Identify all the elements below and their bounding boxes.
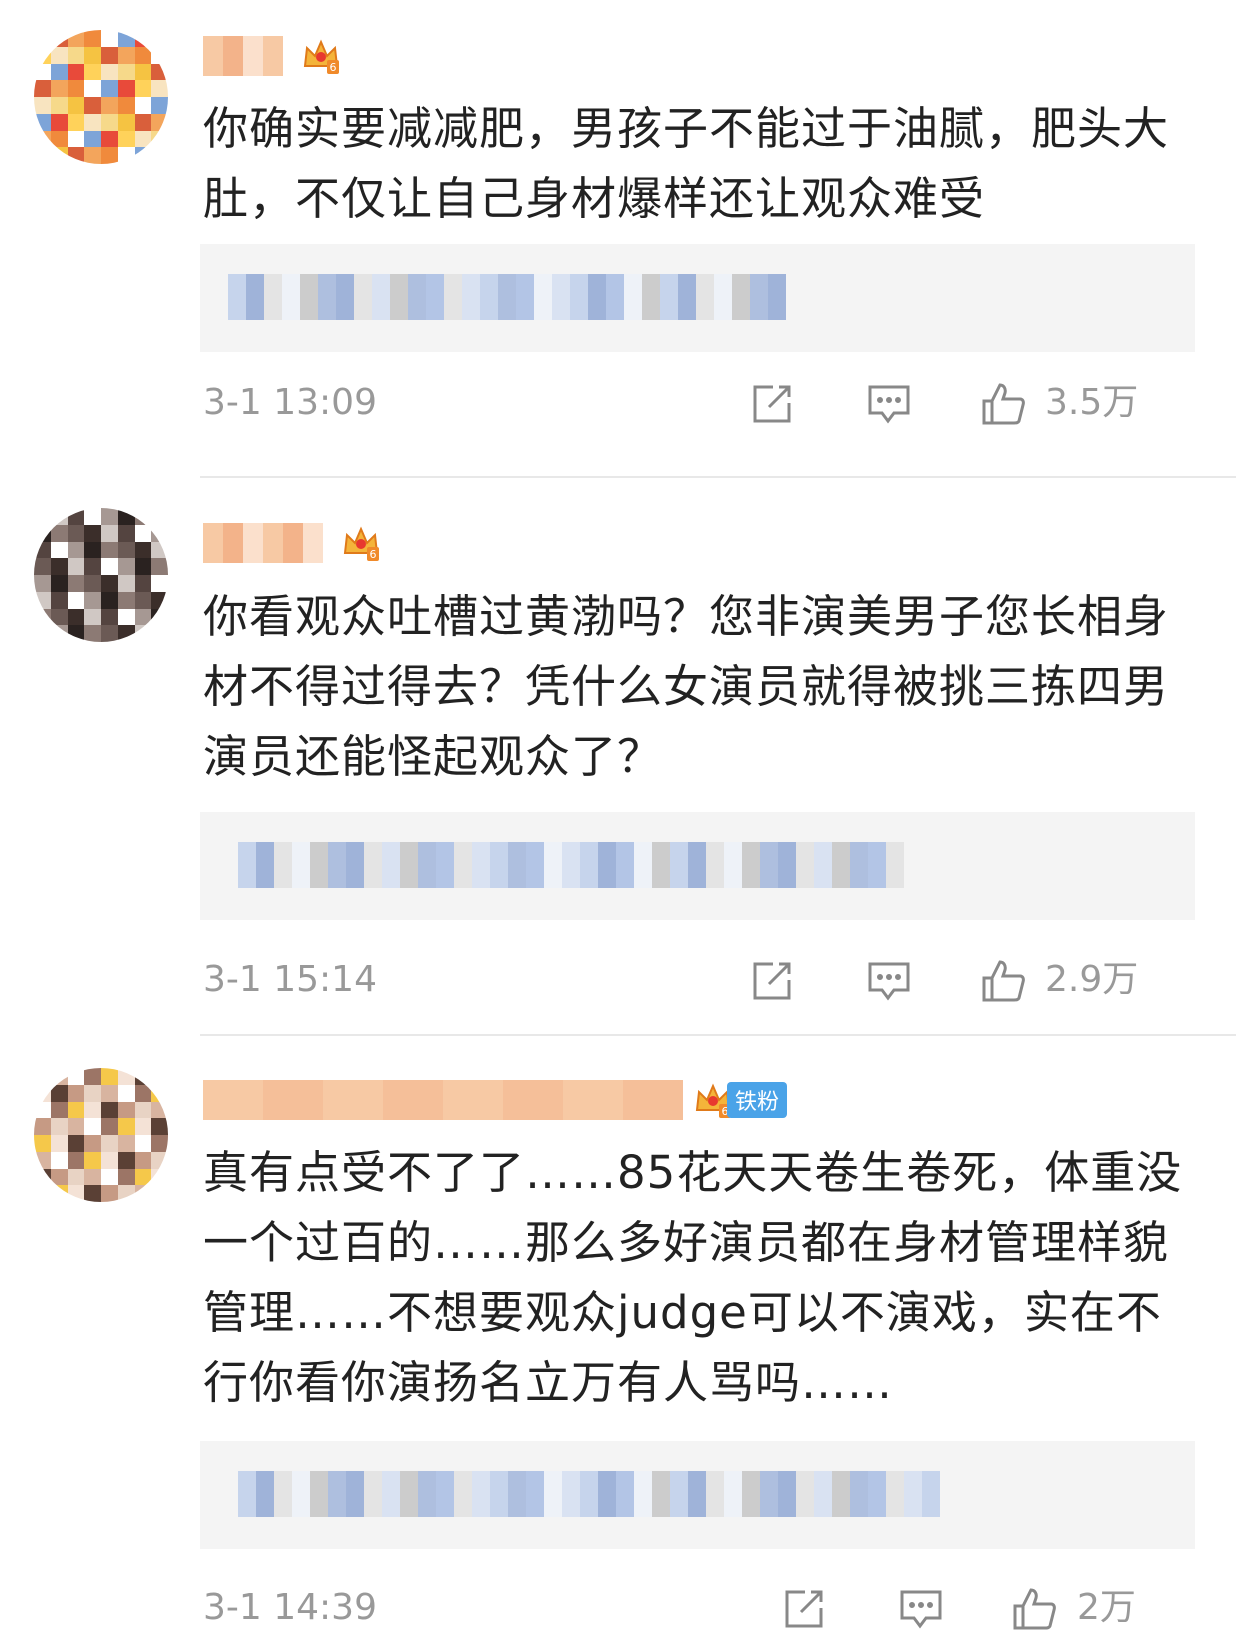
thumbs-up-icon[interactable] xyxy=(980,958,1026,1004)
like-count: 3.5万 xyxy=(1045,382,1139,423)
comment-meta: 3-1 15:14 2.9万 xyxy=(203,955,1193,1005)
divider xyxy=(200,476,1236,478)
comment-text: 真有点受不了了……85花天天卷生卷死，体重没一个过百的……那么多好演员都在身材管… xyxy=(203,1146,1183,1409)
share-icon[interactable] xyxy=(781,1586,827,1632)
divider xyxy=(200,1034,1236,1036)
comment-time: 3-1 14:39 xyxy=(203,1587,377,1628)
quoted-reply-preview[interactable] xyxy=(200,244,1195,352)
avatar[interactable] xyxy=(34,1068,168,1202)
crown-level-6-icon: 6 xyxy=(343,526,379,561)
share-icon[interactable] xyxy=(749,381,795,427)
thumbs-up-icon[interactable] xyxy=(1011,1586,1057,1632)
quoted-reply-preview[interactable] xyxy=(200,812,1195,920)
username-blurred[interactable] xyxy=(203,36,283,76)
comment-icon[interactable] xyxy=(866,958,912,1004)
comment-icon[interactable] xyxy=(898,1586,944,1632)
quoted-text-blurred xyxy=(238,842,904,888)
avatar[interactable] xyxy=(34,508,168,642)
like-count: 2.9万 xyxy=(1045,959,1139,1000)
avatar[interactable] xyxy=(34,30,168,164)
username-blurred[interactable] xyxy=(203,1080,683,1120)
comment-text: 你确实要减减肥，男孩子不能过于油腻，肥头大肚，不仅让自己身材爆样还让观众难受 xyxy=(203,102,1170,225)
fan-badge: 6 铁粉 xyxy=(693,1080,788,1120)
comment-meta: 3-1 13:09 3.5万 xyxy=(203,378,1193,428)
username-row: 6 xyxy=(203,521,381,565)
svg-text:6: 6 xyxy=(330,61,337,74)
quoted-text-blurred xyxy=(228,274,786,320)
username-blurred[interactable] xyxy=(203,523,323,563)
share-icon[interactable] xyxy=(749,958,795,1004)
crown-level-6-icon: 6 xyxy=(303,39,339,74)
quoted-reply-preview[interactable] xyxy=(200,1441,1195,1549)
comment-time: 3-1 15:14 xyxy=(203,959,377,1000)
username-row: 6 铁粉 xyxy=(203,1078,788,1122)
quoted-text-blurred xyxy=(238,1471,940,1517)
comment-icon[interactable] xyxy=(866,381,912,427)
fan-badge-label: 铁粉 xyxy=(727,1082,788,1118)
thumbs-up-icon[interactable] xyxy=(980,381,1026,427)
comment-text: 你看观众吐槽过黄渤吗？您非演美男子您长相身材不得过得去？凭什么女演员就得被挑三拣… xyxy=(203,590,1170,783)
comment-meta: 3-1 14:39 2万 xyxy=(203,1583,1193,1633)
svg-text:6: 6 xyxy=(370,548,377,561)
comment-time: 3-1 13:09 xyxy=(203,382,377,423)
username-row: 6 xyxy=(203,34,341,78)
like-count: 2万 xyxy=(1077,1587,1136,1628)
